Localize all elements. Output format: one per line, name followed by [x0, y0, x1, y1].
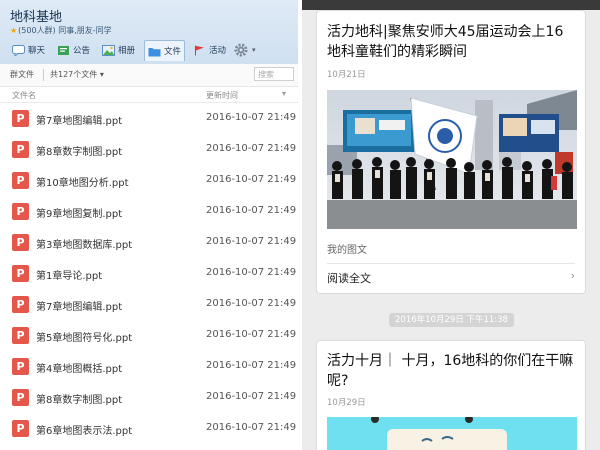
gear-icon	[233, 42, 249, 58]
divider	[327, 263, 575, 264]
star-icon: ★	[10, 26, 18, 35]
ppt-file-icon: P	[12, 389, 29, 406]
file-updated-time: 2016-10-07 21:49	[206, 112, 297, 123]
tab-label: 公告	[73, 46, 91, 56]
ppt-file-icon: P	[12, 110, 29, 127]
file-updated-time: 2016-10-07 21:49	[206, 236, 297, 247]
chevron-down-icon: ▾	[252, 46, 256, 54]
column-filename[interactable]: 文件名	[12, 90, 36, 101]
ppt-file-icon: P	[12, 420, 29, 437]
ppt-file-icon: P	[12, 296, 29, 313]
read-more-link[interactable]: 阅读全文	[327, 270, 371, 286]
file-count-dropdown[interactable]: 共127个文件 ▾	[50, 69, 104, 80]
folder-icon	[148, 46, 161, 57]
file-name: 第7章地图编辑.ppt	[36, 116, 123, 127]
file-row[interactable]: P 第9章地图复制.ppt 2016-10-07 21:49	[0, 195, 298, 226]
divider	[43, 69, 44, 81]
file-name: 第6章地图表示法.ppt	[36, 426, 133, 437]
chevron-right-icon[interactable]: ›	[571, 269, 575, 282]
file-updated-time: 2016-10-07 21:49	[206, 360, 297, 371]
file-updated-time: 2016-10-07 21:49	[206, 205, 297, 216]
ppt-file-icon: P	[12, 234, 29, 251]
group-header: 地科基地 ★(500人群) 同事,朋友-同学 聊天 公告 相册 文件 活动 ▾	[0, 0, 298, 65]
file-name: 第1章导论.ppt	[36, 271, 103, 282]
file-name: 第8章数字制图.ppt	[36, 147, 123, 158]
ppt-file-icon: P	[12, 172, 29, 189]
file-name: 第4章地图概括.ppt	[36, 364, 123, 375]
file-row[interactable]: P 第5章地图符号化.ppt 2016-10-07 21:49	[0, 319, 298, 350]
file-list: P 第7章地图编辑.ppt 2016-10-07 21:49 P 第8章数字制图.ppt…	[0, 102, 298, 450]
group-subtitle-text: (500人群) 同事,朋友-同学	[18, 26, 112, 35]
group-title: 地科基地	[10, 10, 63, 25]
tab-announcement[interactable]: 公告	[57, 40, 90, 60]
announcement-icon	[57, 45, 70, 56]
file-name: 第5章地图符号化.ppt	[36, 333, 133, 344]
chevron-down-icon: ▾	[99, 70, 104, 79]
group-subtitle: ★(500人群) 同事,朋友-同学	[10, 25, 112, 36]
photo-album-icon	[102, 44, 115, 56]
column-header: 文件名 更新时间 ▾	[0, 88, 298, 103]
search-input[interactable]: 搜索	[254, 67, 294, 81]
file-row[interactable]: P 第10章地图分析.ppt 2016-10-07 21:49	[0, 164, 298, 195]
article-title: 活力十月｜ 十月，16地科的你们在干嘛呢?	[327, 353, 574, 389]
article-cover-photo	[327, 417, 577, 450]
tab-label: 文件	[164, 47, 182, 57]
file-name: 第7章地图编辑.ppt	[36, 302, 123, 313]
tab-album[interactable]: 相册	[102, 40, 135, 60]
ppt-file-icon: P	[12, 141, 29, 158]
file-name: 第10章地图分析.ppt	[36, 178, 129, 189]
article-date: 10月21日	[327, 70, 366, 80]
top-bar	[302, 0, 600, 10]
files-toolbar: 群文件 共127个文件 ▾ 搜索	[0, 64, 298, 87]
ppt-file-icon: P	[12, 203, 29, 220]
group-files-panel: 地科基地 ★(500人群) 同事,朋友-同学 聊天 公告 相册 文件 活动 ▾ …	[0, 0, 298, 450]
file-row[interactable]: P 第7章地图编辑.ppt 2016-10-07 21:49	[0, 288, 298, 319]
article-date: 10月29日	[327, 398, 366, 408]
group-files-label[interactable]: 群文件	[10, 69, 34, 80]
file-row[interactable]: P 第4章地图概括.ppt 2016-10-07 21:49	[0, 350, 298, 381]
column-updated-time[interactable]: 更新时间	[206, 90, 238, 101]
file-row[interactable]: P 第7章地图编辑.ppt 2016-10-07 21:49	[0, 102, 298, 133]
file-updated-time: 2016-10-07 21:49	[206, 143, 297, 154]
file-row[interactable]: P 第1章导论.ppt 2016-10-07 21:49	[0, 257, 298, 288]
article-title: 活力地科|聚焦安师大45届运动会上16地科童鞋们的精彩瞬间	[327, 24, 564, 60]
file-row[interactable]: P 第8章数字制图.ppt 2016-10-07 21:49	[0, 381, 298, 412]
file-count-label: 共127个文件	[50, 70, 98, 79]
file-updated-time: 2016-10-07 21:49	[206, 422, 297, 433]
file-updated-time: 2016-10-07 21:49	[206, 391, 297, 402]
message-timestamp: 2016年10月29日 下午11:38	[389, 313, 514, 327]
tab-label: 活动	[209, 46, 227, 56]
file-row[interactable]: P 第8章数字制图.ppt 2016-10-07 21:49	[0, 133, 298, 164]
file-row[interactable]: P 第3章地图数据库.ppt 2016-10-07 21:49	[0, 226, 298, 257]
file-row[interactable]: P 第6章地图表示法.ppt 2016-10-07 21:49	[0, 412, 298, 443]
article-description: 我的图文	[327, 245, 367, 256]
tab-files[interactable]: 文件	[144, 40, 186, 61]
ppt-file-icon: P	[12, 358, 29, 375]
article-card[interactable]: 活力十月｜ 十月，16地科的你们在干嘛呢? 10月29日	[316, 340, 586, 450]
article-cover-photo	[327, 90, 577, 229]
file-updated-time: 2016-10-07 21:49	[206, 267, 297, 278]
file-name: 第9章地图复制.ppt	[36, 209, 123, 220]
ppt-file-icon: P	[12, 327, 29, 344]
file-name: 第8章数字制图.ppt	[36, 395, 123, 406]
article-feed-panel: 活力地科|聚焦安师大45届运动会上16地科童鞋们的精彩瞬间 10月21日 我的图…	[302, 0, 600, 450]
settings-menu[interactable]: ▾	[233, 40, 256, 60]
tab-label: 聊天	[28, 46, 46, 56]
file-updated-time: 2016-10-07 21:49	[206, 298, 297, 309]
flag-icon	[193, 45, 206, 56]
file-updated-time: 2016-10-07 21:49	[206, 329, 297, 340]
file-name: 第3章地图数据库.ppt	[36, 240, 133, 251]
sort-icon[interactable]: ▾	[282, 89, 286, 98]
tab-chat[interactable]: 聊天	[12, 40, 45, 60]
article-card[interactable]: 活力地科|聚焦安师大45届运动会上16地科童鞋们的精彩瞬间 10月21日 我的图…	[316, 10, 586, 294]
chat-icon	[12, 44, 25, 56]
ppt-file-icon: P	[12, 265, 29, 282]
tab-activity[interactable]: 活动	[193, 40, 226, 60]
file-updated-time: 2016-10-07 21:49	[206, 174, 297, 185]
tab-label: 相册	[118, 46, 136, 56]
